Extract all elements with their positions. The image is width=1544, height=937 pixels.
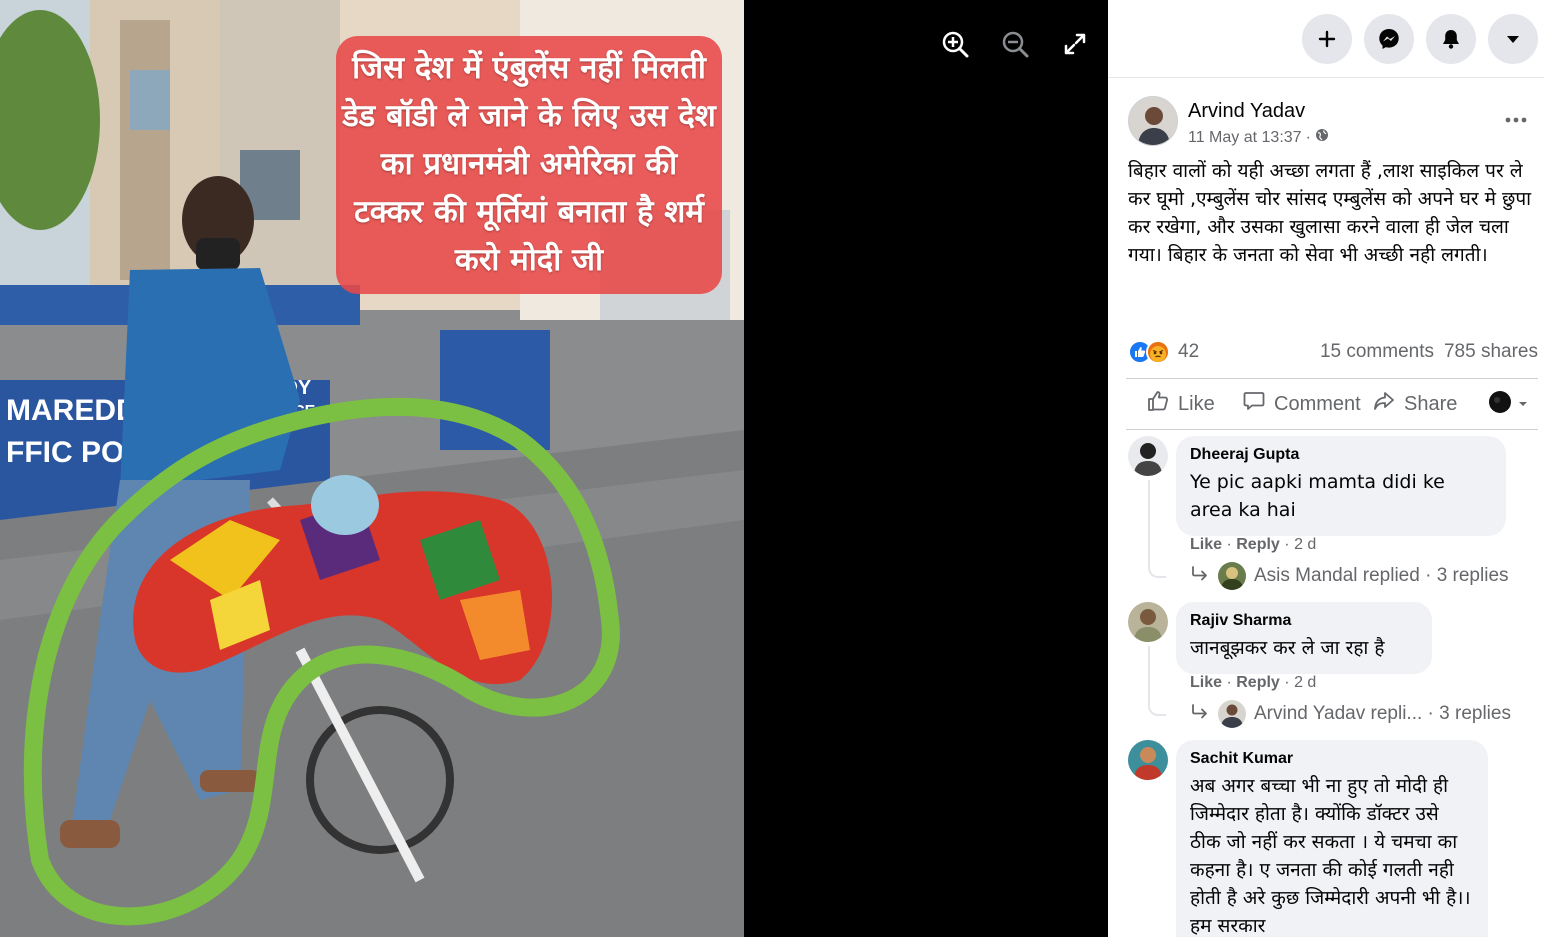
- commenter-avatar[interactable]: [1128, 602, 1168, 642]
- reply-arrow-icon: [1190, 565, 1210, 587]
- zoom-out-icon[interactable]: [1000, 26, 1030, 62]
- comment-like-link[interactable]: Like: [1190, 536, 1222, 553]
- commenter-name[interactable]: Sachit Kumar: [1190, 750, 1474, 768]
- reaction-icons[interactable]: [1128, 340, 1170, 364]
- messenger-icon[interactable]: [1364, 13, 1414, 64]
- post-action-bar: Like Comment Share: [1126, 378, 1538, 430]
- replier-avatar: [1218, 562, 1246, 590]
- like-button[interactable]: Like: [1146, 389, 1215, 419]
- thumbs-up-icon: [1146, 389, 1170, 419]
- comment-age: 2 d: [1294, 536, 1317, 553]
- thread-line: [1148, 480, 1166, 578]
- post-text: बिहार वालों को यही अच्छा लगता हैं ,लाश स…: [1128, 160, 1532, 266]
- author-avatar[interactable]: [1128, 96, 1178, 146]
- svg-text:MAREDD: MAREDD: [6, 394, 138, 427]
- share-label: Share: [1404, 392, 1458, 415]
- post-timestamp[interactable]: 11 May at 13:37: [1188, 129, 1302, 147]
- post-stats: 42 15 comments 785 shares: [1128, 336, 1538, 368]
- comment-label: Comment: [1274, 392, 1361, 415]
- photo-viewer: MAREDD FFIC POL KA EDDY TRAFF LICE: [0, 0, 1108, 937]
- post-meta: 11 May at 13:37 ·: [1188, 128, 1329, 147]
- comment-reply-link[interactable]: Reply: [1236, 536, 1280, 553]
- fullscreen-icon[interactable]: [1060, 26, 1090, 62]
- sep: ·: [1284, 536, 1290, 553]
- comment-count[interactable]: 15 comments: [1320, 341, 1434, 363]
- comment-bubble-icon: [1242, 389, 1266, 419]
- globe-icon: [1315, 128, 1329, 147]
- post-sidebar: Arvind Yadav 11 May at 13:37 · बिहार वाल…: [1108, 0, 1544, 937]
- post-header: Arvind Yadav 11 May at 13:37 ·: [1128, 96, 1536, 152]
- commenter-name[interactable]: Dheeraj Gupta: [1190, 446, 1492, 464]
- angry-reaction-icon: [1146, 340, 1170, 364]
- replies-summary: Arvind Yadav repli... · 3 replies: [1254, 703, 1511, 724]
- reply-arrow-icon: [1190, 703, 1210, 725]
- comment-bubble: Sachit Kumar अब अगर बच्चा भी ना हुए तो म…: [1176, 740, 1488, 937]
- replier-avatar: [1218, 700, 1246, 728]
- comment-reply-link[interactable]: Reply: [1236, 674, 1280, 691]
- view-replies-link[interactable]: Arvind Yadav repli... · 3 replies: [1190, 700, 1511, 728]
- top-bar: [1108, 0, 1544, 78]
- commenter-avatar[interactable]: [1128, 740, 1168, 780]
- profile-avatar-icon: [1488, 390, 1512, 419]
- comment-text: Ye pic aapki mamta didi ke area ka hai: [1190, 471, 1445, 521]
- react-as-selector[interactable]: [1488, 390, 1528, 419]
- caret-down-icon[interactable]: [1488, 13, 1538, 64]
- photo-viewer-page: MAREDD FFIC POL KA EDDY TRAFF LICE: [0, 0, 1544, 937]
- share-arrow-icon: [1372, 389, 1396, 419]
- thread-line: [1148, 646, 1166, 716]
- comment-like-link[interactable]: Like: [1190, 674, 1222, 691]
- commenter-avatar[interactable]: [1128, 436, 1168, 476]
- view-replies-link[interactable]: Asis Mandal replied · 3 replies: [1190, 562, 1509, 590]
- viewer-controls: [940, 26, 1090, 62]
- comment-bubble: Dheeraj Gupta Ye pic aapki mamta didi ke…: [1176, 436, 1506, 536]
- meta-separator: ·: [1305, 128, 1311, 146]
- sep: ·: [1284, 674, 1290, 691]
- author-name[interactable]: Arvind Yadav: [1188, 100, 1305, 123]
- comment-actions-row: Like · Reply · 2 d: [1190, 536, 1316, 554]
- more-options-icon[interactable]: [1502, 110, 1530, 130]
- plus-icon[interactable]: [1302, 13, 1352, 64]
- sep: ·: [1226, 536, 1232, 553]
- comment-actions-row: Like · Reply · 2 d: [1190, 674, 1316, 692]
- like-label: Like: [1178, 392, 1215, 415]
- comment-button[interactable]: Comment: [1242, 389, 1361, 419]
- caret-down-icon: [1518, 395, 1528, 413]
- bell-icon[interactable]: [1426, 13, 1476, 64]
- commenter-name[interactable]: Rajiv Sharma: [1190, 612, 1418, 630]
- share-count[interactable]: 785 shares: [1444, 341, 1538, 363]
- share-button[interactable]: Share: [1372, 389, 1457, 419]
- comment-text: जानबूझकर कर ले जा रहा है: [1190, 637, 1385, 659]
- image-caption-overlay: जिस देश में एंबुलेंस नहीं मिलती डेड बॉडी…: [336, 36, 722, 294]
- sep: ·: [1226, 674, 1232, 691]
- replies-summary: Asis Mandal replied · 3 replies: [1254, 565, 1509, 586]
- zoom-in-icon[interactable]: [940, 26, 970, 62]
- reaction-count[interactable]: 42: [1178, 341, 1199, 363]
- comment-bubble: Rajiv Sharma जानबूझकर कर ले जा रहा है: [1176, 602, 1432, 674]
- comment-text: अब अगर बच्चा भी ना हुए तो मोदी ही जिम्मे…: [1190, 775, 1471, 937]
- post-photo[interactable]: MAREDD FFIC POL KA EDDY TRAFF LICE: [0, 0, 744, 937]
- comment-age: 2 d: [1294, 674, 1317, 691]
